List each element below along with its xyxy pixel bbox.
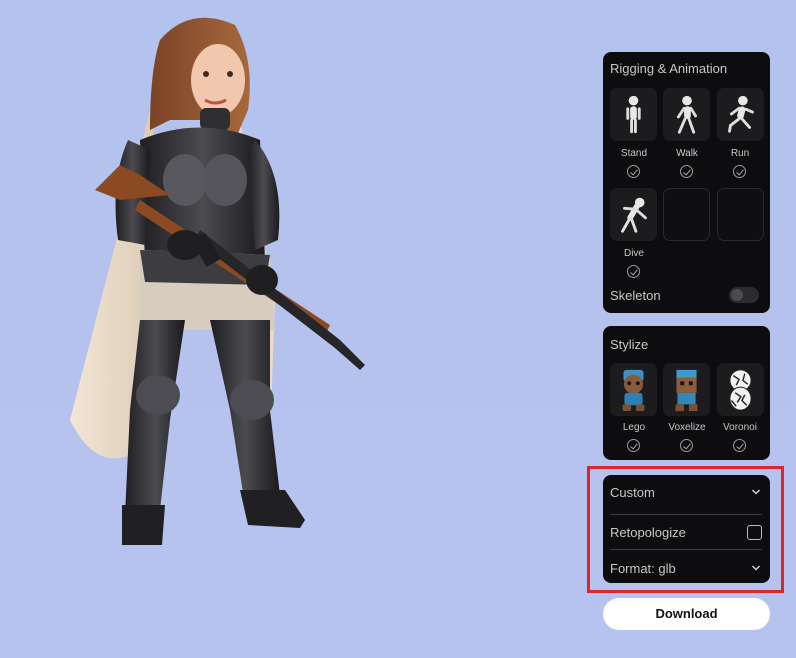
animation-walk-tile[interactable] xyxy=(663,88,710,141)
lego-bear-icon xyxy=(622,369,645,412)
skeleton-toggle[interactable] xyxy=(729,287,759,303)
run-check-icon[interactable] xyxy=(733,165,746,178)
voxel-bear-icon xyxy=(675,369,698,412)
voxelize-check-icon[interactable] xyxy=(680,439,693,452)
animation-dive-tile[interactable] xyxy=(610,188,657,241)
animation-run-label: Run xyxy=(730,148,750,159)
animation-walk-label: Walk xyxy=(676,148,698,159)
walk-check-icon[interactable] xyxy=(680,165,693,178)
stylize-title: Stylize xyxy=(610,337,649,352)
dive-figure-icon xyxy=(621,197,647,233)
skeleton-label: Skeleton xyxy=(610,288,661,303)
character-model xyxy=(70,17,365,545)
animation-run-tile[interactable] xyxy=(717,88,764,141)
style-lego-label: Lego xyxy=(622,422,646,433)
lego-check-icon[interactable] xyxy=(627,439,640,452)
animation-dive-label: Dive xyxy=(623,248,644,259)
style-voronoi-label: Voronoi xyxy=(723,422,757,433)
dive-check-icon[interactable] xyxy=(627,265,640,278)
style-lego-tile[interactable] xyxy=(610,363,657,416)
rigging-title: Rigging & Animation xyxy=(610,61,728,76)
empty-animation-slot xyxy=(717,188,764,241)
rigging-animation-panel: Rigging & Animation Stand Walk Run Dive … xyxy=(603,52,770,313)
style-voxelize-label: Voxelize xyxy=(668,422,706,433)
empty-animation-slot xyxy=(663,188,710,241)
highlight-box xyxy=(587,466,784,593)
voronoi-check-icon[interactable] xyxy=(733,439,746,452)
stand-check-icon[interactable] xyxy=(627,165,640,178)
download-button[interactable]: Download xyxy=(603,598,770,630)
stand-figure-icon xyxy=(626,95,641,134)
animation-stand-label: Stand xyxy=(620,148,648,159)
run-figure-icon xyxy=(728,95,754,133)
walk-figure-icon xyxy=(676,95,698,134)
style-voxelize-tile[interactable] xyxy=(663,363,710,416)
stylize-panel: Stylize Lego Voxelize Voronoi xyxy=(603,326,770,460)
voronoi-bear-icon xyxy=(729,369,752,411)
model-viewport[interactable] xyxy=(0,0,596,658)
style-voronoi-tile[interactable] xyxy=(717,363,764,416)
animation-stand-tile[interactable] xyxy=(610,88,657,141)
